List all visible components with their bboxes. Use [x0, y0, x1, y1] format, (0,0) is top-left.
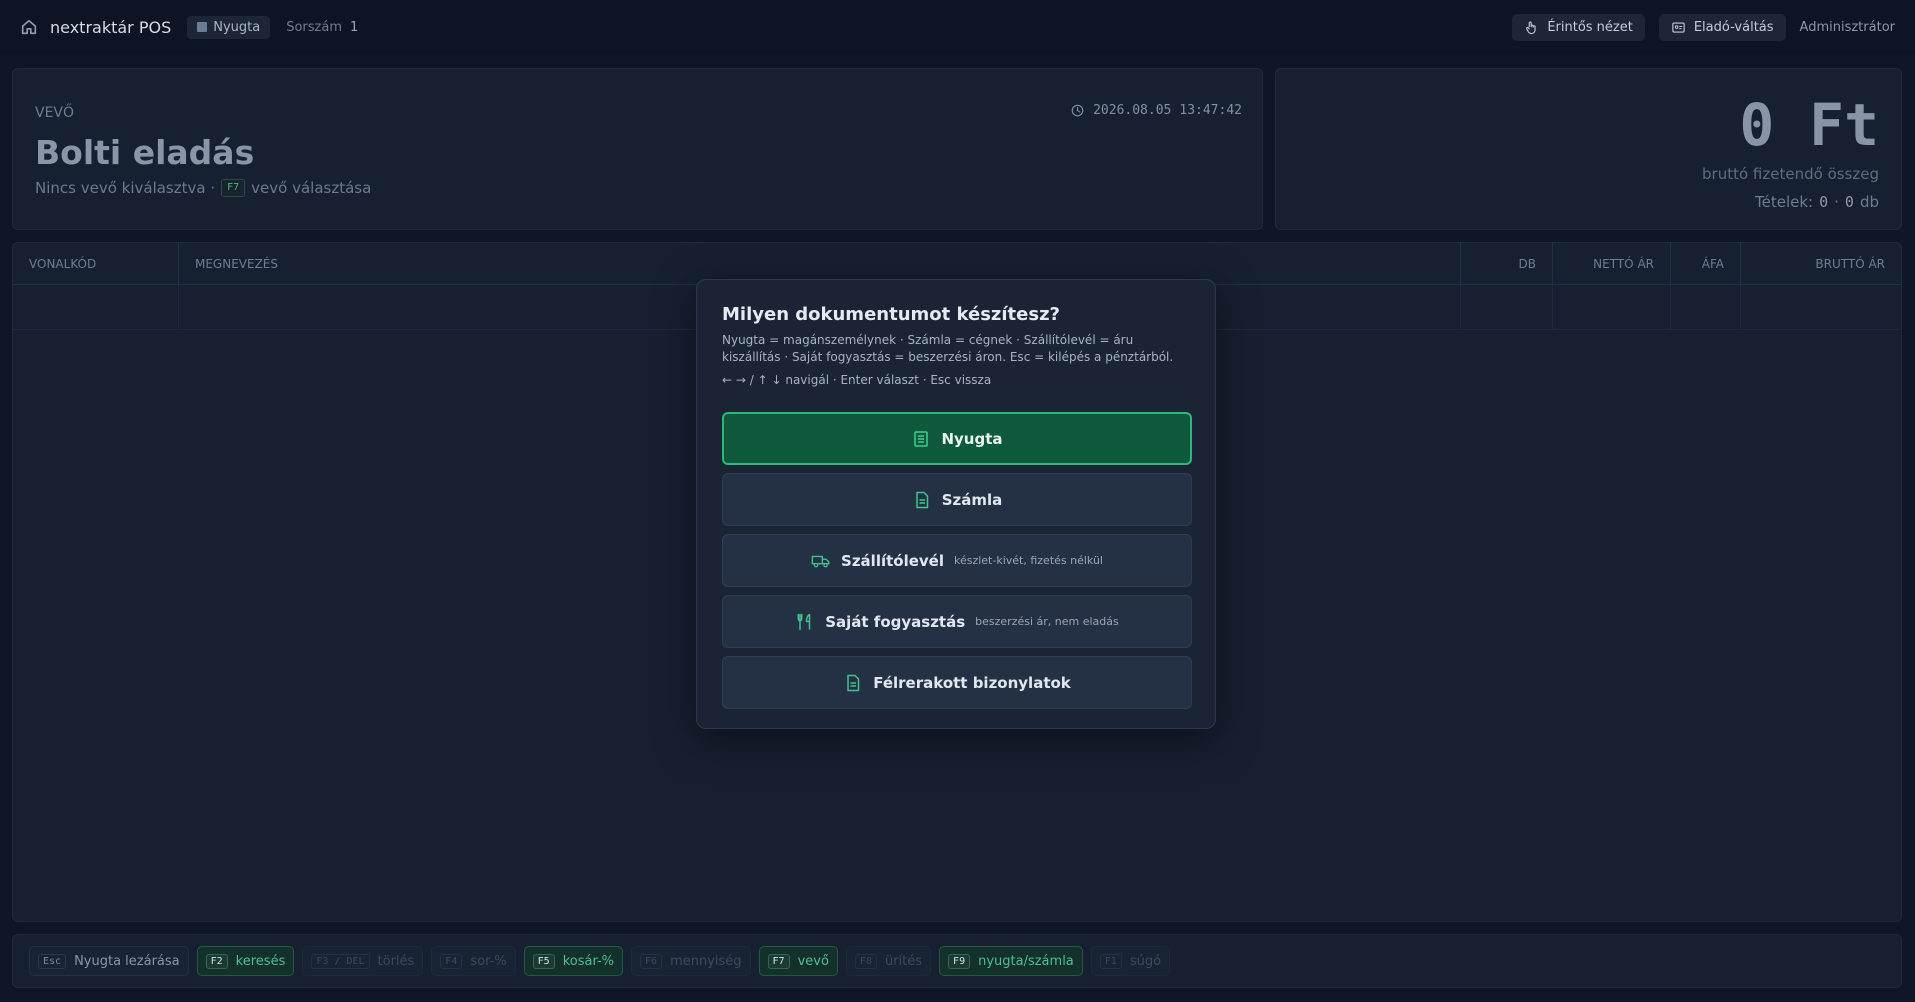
shortcut-key[interactable]: F3 / DEL törlés	[302, 946, 424, 976]
shortcut-key[interactable]: F1 súgó	[1090, 946, 1171, 976]
shortcut-key-cap: F2	[205, 953, 228, 969]
shortcut-key-cap: F8	[854, 953, 877, 969]
utensils-icon	[795, 612, 815, 632]
app-name: nextraktár POS	[50, 17, 172, 37]
total-caption: bruttó fizetendő összeg	[1702, 165, 1879, 183]
shortcut-key[interactable]: F8 ürítés	[845, 946, 932, 976]
shortcut-key-cap: F9	[948, 953, 971, 969]
invoice-icon	[912, 490, 932, 510]
shortcut-key-cap: F1	[1099, 953, 1122, 969]
shortcut-key-label: Nyugta lezárása	[74, 953, 180, 969]
receipt-icon	[911, 429, 931, 449]
shortcut-key-cap: F3 / DEL	[311, 953, 370, 969]
items-summary: Tételek: 0 · 0 db	[1755, 193, 1879, 211]
buyer-name: Bolti eladás	[35, 133, 255, 172]
serial-label: Sorszám	[286, 19, 342, 35]
seller-switch-label: Eladó-váltás	[1693, 19, 1774, 35]
shortcut-key-label: sor-%	[470, 953, 507, 969]
shortcut-key[interactable]: F2 keresés	[196, 946, 295, 976]
option-sublabel: beszerzési ár, nem eladás	[975, 615, 1119, 628]
column-qty: DB	[1461, 243, 1553, 285]
dialog-hint: ← → / ↑ ↓ navigál · Enter választ · Esc …	[722, 373, 992, 387]
brand[interactable]: nextraktár POS	[20, 18, 171, 37]
dialog-description: Nyugta = magánszemélynek · Számla = cégn…	[722, 333, 1174, 364]
option-label: Nyugta	[941, 429, 1003, 448]
shortcut-key[interactable]: F4 sor-%	[431, 946, 516, 976]
shortcut-key-label: vevő	[797, 953, 829, 969]
option-sublabel: készlet-kivét, fizetés nélkül	[953, 554, 1103, 567]
home-icon	[20, 18, 38, 36]
shortcut-key-label: törlés	[377, 953, 415, 969]
items-label: Tételek:	[1755, 193, 1814, 211]
total-panel: 0 Ft bruttó fizetendő összeg Tételek: 0 …	[1275, 68, 1902, 230]
option-own-consumption[interactable]: Saját fogyasztás beszerzési ár, nem elad…	[722, 595, 1192, 648]
buyer-subline: Nincs vevő kiválasztva · F7 vevő választ…	[35, 179, 371, 197]
time: 13:47:42	[1179, 103, 1242, 118]
doc-type-icon	[197, 22, 208, 32]
truck-icon	[811, 551, 831, 571]
total-amount: 0 Ft	[1739, 91, 1879, 159]
serial-number: Sorszám 1	[286, 20, 358, 35]
shortcut-key-label: kosár-%	[562, 953, 615, 969]
shortcut-key-label: ürítés	[884, 953, 923, 969]
option-invoice[interactable]: Számla	[722, 473, 1192, 526]
clock-icon	[1070, 103, 1085, 118]
shortcut-key-label: keresés	[235, 953, 286, 969]
shortcut-key[interactable]: Esc Nyugta lezárása	[29, 946, 189, 976]
current-user[interactable]: Adminisztrátor	[1800, 20, 1895, 35]
shortcut-key-cap: Esc	[38, 953, 67, 969]
option-label: Szállítólevél	[841, 551, 944, 570]
option-delivery-note[interactable]: Szállítólevél készlet-kivét, fizetés nél…	[722, 534, 1192, 587]
shortcut-key-label: mennyiség	[670, 953, 742, 969]
touch-view-button[interactable]: Érintős nézet	[1512, 13, 1645, 41]
document-icon	[843, 673, 863, 693]
shortcut-key[interactable]: F7 vevő	[758, 946, 838, 976]
shortcut-key-cap: F5	[532, 953, 555, 969]
datetime: 2026.08.05 13:47:42	[1070, 103, 1242, 118]
shortcut-key[interactable]: F9 nyugta/számla	[939, 946, 1083, 976]
select-customer-label[interactable]: vevő választása	[251, 179, 371, 197]
document-type-dialog: Milyen dokumentumot készítesz? Nyugta = …	[696, 279, 1216, 729]
date: 2026.08.05	[1093, 103, 1172, 118]
shortcut-key-cap: F4	[440, 953, 463, 969]
dialog-title: Milyen dokumentumot készítesz?	[722, 304, 1061, 325]
hand-pointer-icon	[1524, 20, 1539, 35]
buyer-tag: Vevő	[35, 105, 75, 121]
no-customer-text: Nincs vevő kiválasztva ·	[35, 179, 216, 197]
items-qty: 0	[1844, 193, 1854, 211]
shortcut-bar: Esc Nyugta lezárása F2 keresés F3 / DEL törlé…	[12, 934, 1902, 988]
option-receipt[interactable]: Nyugta	[722, 412, 1192, 465]
column-gross-price: Bruttó ár	[1815, 257, 1885, 271]
shortcut-key[interactable]: F6 mennyiség	[631, 946, 751, 976]
buyer-panel: Vevő Bolti eladás Nincs vevő kiválasztva…	[12, 68, 1263, 230]
option-label: Számla	[941, 490, 1003, 509]
shortcut-key-cap: F6	[640, 953, 663, 969]
shortcut-key-label: súgó	[1129, 953, 1162, 969]
shortcut-key[interactable]: F5 kosár-%	[523, 946, 624, 976]
items-separator: ·	[1834, 193, 1839, 211]
doc-type-label: Nyugta	[213, 19, 261, 35]
column-vat: ÁFA	[1671, 243, 1741, 285]
option-label: Saját fogyasztás	[825, 612, 966, 631]
items-qty-unit: db	[1859, 193, 1879, 211]
column-net-price: Nettó ár	[1553, 243, 1671, 285]
touch-view-label: Érintős nézet	[1547, 19, 1633, 35]
option-label: Félrerakott bizonylatok	[873, 673, 1071, 692]
items-count: 0	[1819, 193, 1829, 211]
option-held-documents[interactable]: Félrerakott bizonylatok	[722, 656, 1192, 709]
shortcut-key-label: nyugta/számla	[978, 953, 1074, 969]
seller-switch-button[interactable]: Eladó-váltás	[1658, 13, 1786, 41]
id-card-icon	[1671, 20, 1686, 35]
serial-value: 1	[350, 19, 359, 35]
column-barcode: Vonalkód	[13, 243, 179, 285]
doc-type-chip: Nyugta	[187, 15, 271, 39]
select-customer-key[interactable]: F7	[221, 179, 246, 197]
shortcut-key-cap: F7	[767, 953, 790, 969]
top-bar: nextraktár POS Nyugta Sorszám 1 Érintős …	[0, 0, 1915, 54]
